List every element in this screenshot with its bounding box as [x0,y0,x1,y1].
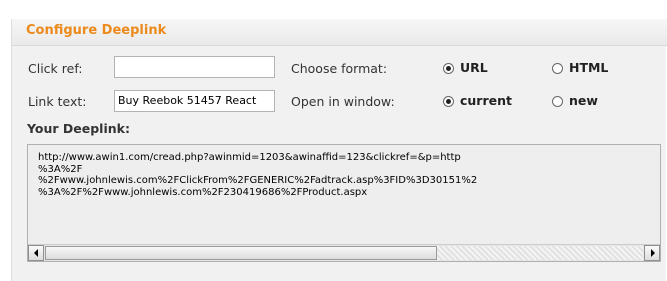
window-current-label: current [460,93,512,108]
format-html-label: HTML [569,60,609,75]
radio-selected-icon [443,96,454,107]
link-text-label: Link text: [28,94,87,109]
scroll-left-arrow-icon[interactable] [28,245,44,261]
link-text-input[interactable]: Buy Reebok 51457 React [114,90,275,112]
panel-header: Configure Deeplink [12,19,667,46]
window-new-label: new [569,93,598,108]
configure-deeplink-panel: Configure Deeplink Click ref: Choose for… [11,19,667,281]
panel-title: Configure Deeplink [26,23,167,38]
deeplink-text[interactable]: http://www.awin1.com/cread.php?awinmid=1… [38,152,648,198]
deeplink-textarea[interactable]: http://www.awin1.com/cread.php?awinmid=1… [27,144,661,262]
your-deeplink-title: Your Deeplink: [27,121,130,136]
choose-format-label: Choose format: [291,61,388,76]
format-url-label: URL [460,60,488,75]
radio-unselected-icon [552,96,563,107]
scroll-right-arrow-icon[interactable] [644,245,660,261]
click-ref-input[interactable] [114,56,275,78]
click-ref-label: Click ref: [28,61,83,76]
open-in-window-label: Open in window: [291,94,395,109]
radio-unselected-icon [552,63,563,74]
radio-selected-icon [443,63,454,74]
scrollbar-thumb[interactable] [45,246,437,260]
horizontal-scrollbar[interactable] [28,244,660,261]
